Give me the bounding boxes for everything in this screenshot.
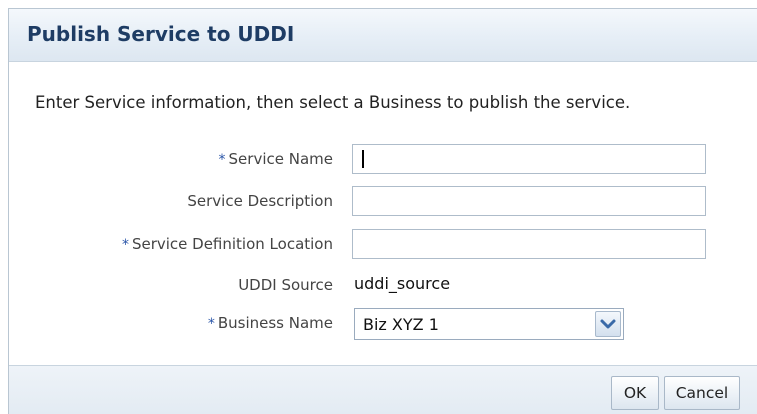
required-marker: * <box>218 152 226 168</box>
service-definition-location-row: * Service Definition Location <box>9 228 757 262</box>
publish-service-dialog: Publish Service to UDDI Enter Service in… <box>8 8 757 414</box>
ok-button[interactable]: OK <box>611 376 659 410</box>
service-description-row: Service Description <box>9 185 757 219</box>
service-name-label: * Service Name <box>218 150 333 168</box>
uddi-source-value: uddi_source <box>354 274 451 293</box>
chevron-down-icon <box>600 319 616 329</box>
business-name-select[interactable]: Biz XYZ 1 <box>354 308 624 340</box>
service-definition-location-label: * Service Definition Location <box>121 235 333 253</box>
required-marker: * <box>207 316 215 332</box>
dialog-header: Publish Service to UDDI <box>9 9 757 62</box>
dropdown-button[interactable] <box>595 311 621 337</box>
service-definition-location-input[interactable] <box>352 229 706 259</box>
business-name-selected: Biz XYZ 1 <box>363 315 439 334</box>
service-description-input[interactable] <box>352 186 706 216</box>
text-cursor <box>362 150 364 168</box>
business-name-row: * Business Name Biz XYZ 1 <box>9 307 757 341</box>
service-description-label: Service Description <box>187 192 333 210</box>
service-name-row: * Service Name <box>9 143 757 177</box>
cancel-button[interactable]: Cancel <box>664 376 740 410</box>
business-name-label: * Business Name <box>207 314 333 332</box>
dialog-title: Publish Service to UDDI <box>27 22 295 46</box>
uddi-source-row: UDDI Source uddi_source <box>9 269 757 303</box>
uddi-source-label: UDDI Source <box>238 276 333 294</box>
required-marker: * <box>121 237 129 253</box>
service-name-input[interactable] <box>352 144 706 174</box>
instructions-text: Enter Service information, then select a… <box>35 93 631 112</box>
dialog-footer: OK Cancel <box>9 365 757 414</box>
